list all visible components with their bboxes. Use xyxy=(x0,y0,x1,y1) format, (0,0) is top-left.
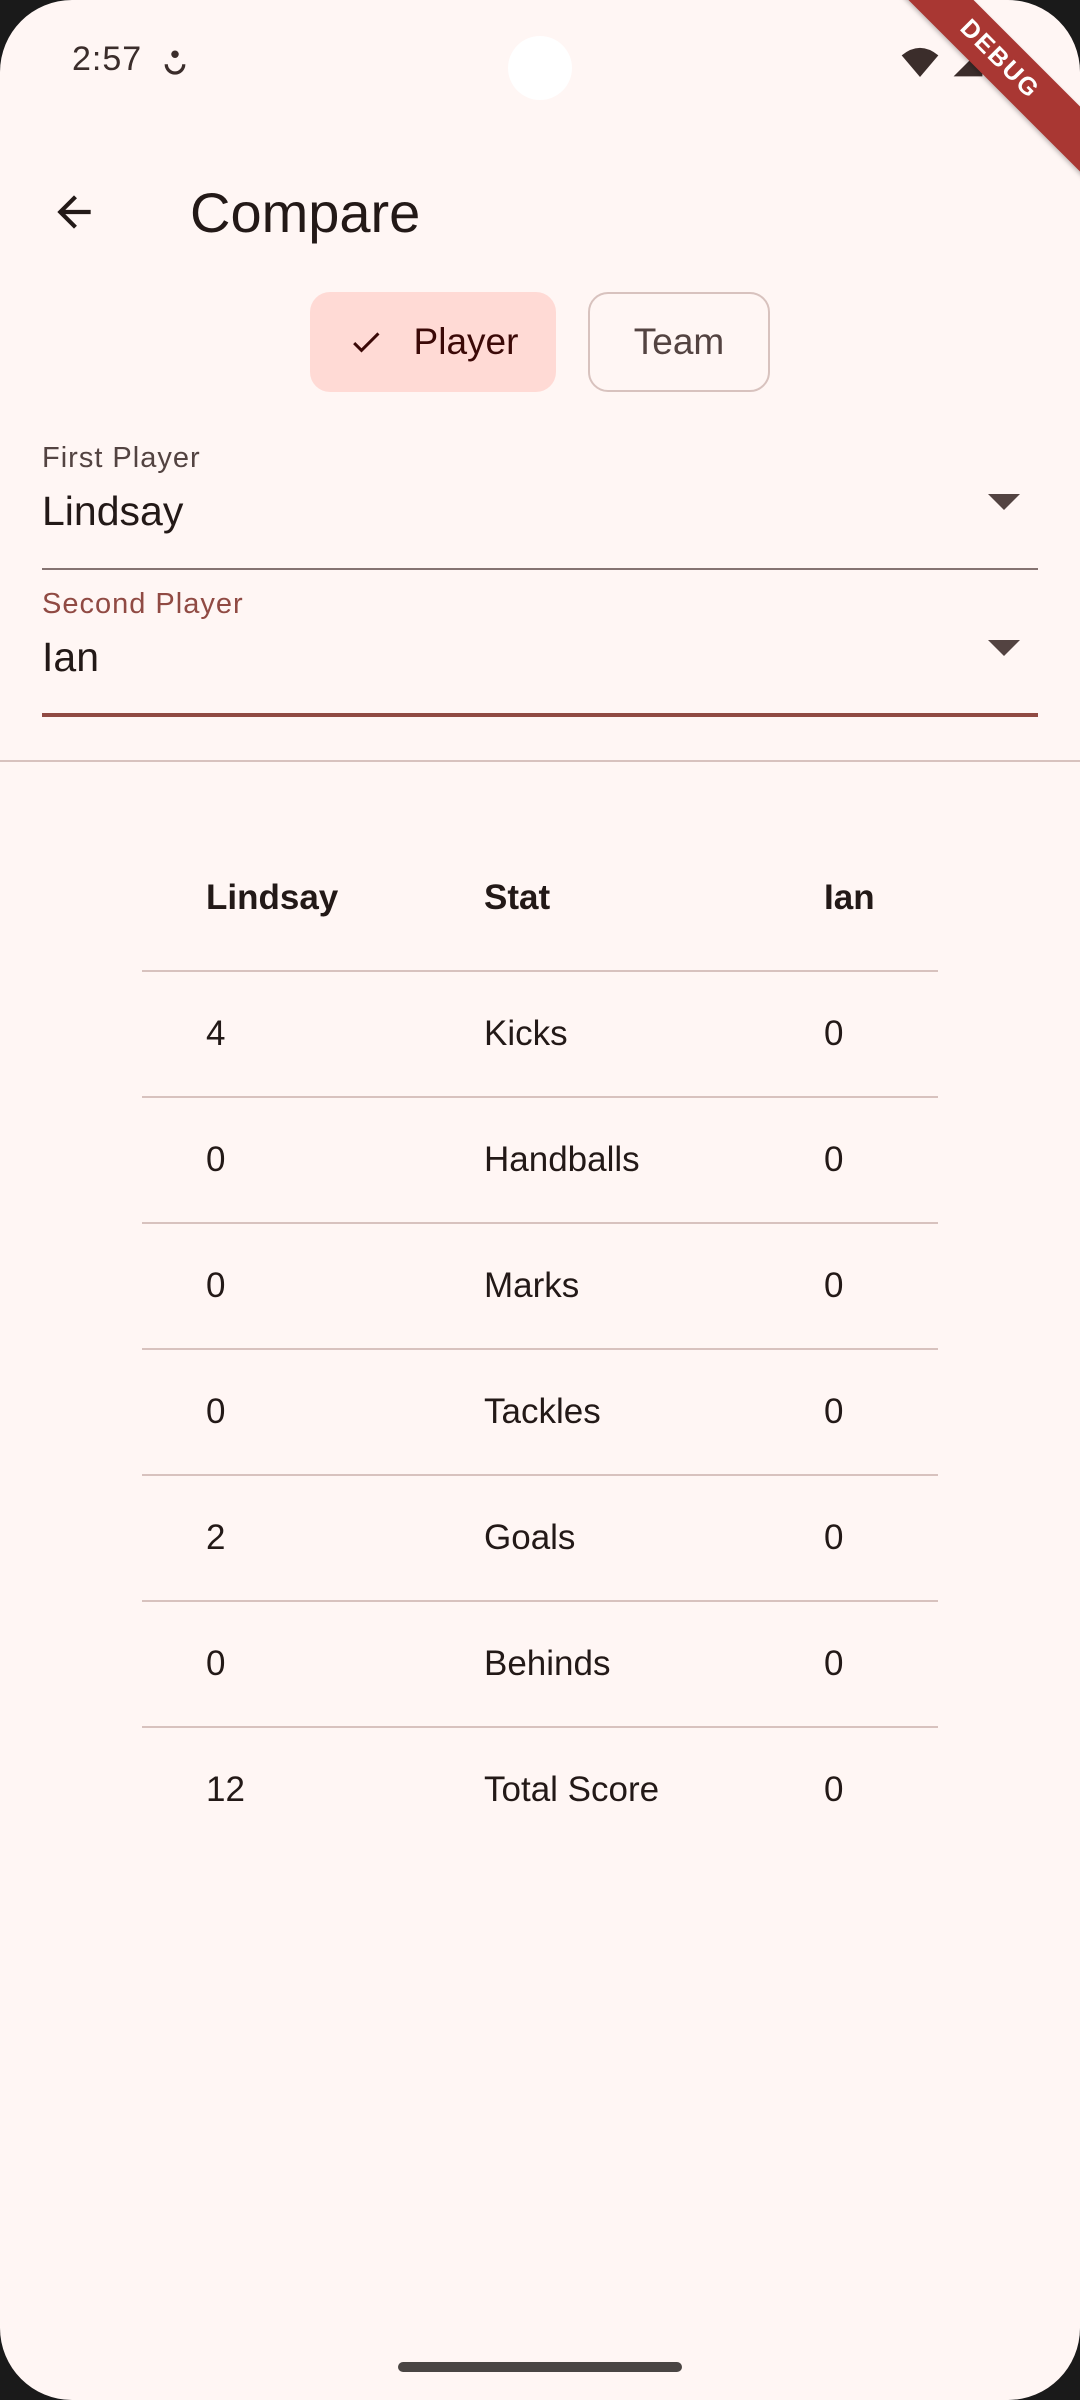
status-bar: 2:57 DEBUG xyxy=(0,0,1080,182)
compare-mode-selector: Player Team xyxy=(0,292,1080,392)
stat-name: Tackles xyxy=(484,1392,601,1431)
team-chip[interactable]: Team xyxy=(588,292,770,392)
camera-cutout xyxy=(508,36,572,100)
header-first-player: Lindsay xyxy=(206,878,339,917)
second-player-underline xyxy=(42,713,1038,717)
table-row: 0 Tackles 0 xyxy=(142,1350,938,1476)
team-chip-label: Team xyxy=(633,321,725,362)
first-player-underline xyxy=(42,568,1038,570)
header-second-player: Ian xyxy=(824,878,875,917)
status-time: 2:57 xyxy=(72,40,143,78)
stat-name: Goals xyxy=(484,1518,576,1557)
accessibility-icon xyxy=(164,50,186,75)
stats-comparison-table: Lindsay Stat Ian 4 Kicks 0 0 Handballs 0… xyxy=(142,818,938,1854)
stat-name: Marks xyxy=(484,1266,580,1305)
section-divider xyxy=(0,760,1080,762)
header-stat: Stat xyxy=(484,878,551,917)
stat-name: Behinds xyxy=(484,1644,611,1683)
dropdown-arrow-icon xyxy=(988,494,1020,510)
second-player-stat-value: 0 xyxy=(824,1392,844,1431)
stat-name: Kicks xyxy=(484,1014,568,1053)
compare-screen: 2:57 DEBUG Compare Player Team First Pla… xyxy=(0,0,1080,2400)
table-row: 4 Kicks 0 xyxy=(142,972,938,1098)
app-bar: Compare xyxy=(0,150,1080,260)
player-chip-label: Player xyxy=(413,321,519,362)
table-row: 0 Behinds 0 xyxy=(142,1602,938,1728)
wifi-icon xyxy=(901,47,939,77)
first-player-stat-value: 4 xyxy=(206,1014,226,1053)
second-player-dropdown[interactable]: Second Player Ian xyxy=(42,586,1038,726)
first-player-value: Lindsay xyxy=(42,488,184,534)
first-player-stat-value: 0 xyxy=(206,1392,226,1431)
arrow-back-icon xyxy=(57,195,91,229)
second-player-stat-value: 0 xyxy=(824,1266,844,1305)
first-player-stat-value: 12 xyxy=(206,1770,245,1809)
stat-name: Handballs xyxy=(484,1140,640,1179)
check-icon xyxy=(352,332,380,353)
second-player-stat-value: 0 xyxy=(824,1644,844,1683)
home-indicator[interactable] xyxy=(398,2362,682,2372)
first-player-dropdown[interactable]: First Player Lindsay xyxy=(42,440,1038,580)
first-player-stat-value: 0 xyxy=(206,1266,226,1305)
table-row: 2 Goals 0 xyxy=(142,1476,938,1602)
stat-name: Total Score xyxy=(484,1770,660,1809)
second-player-stat-value: 0 xyxy=(824,1518,844,1557)
table-header: Lindsay Stat Ian xyxy=(142,818,938,972)
second-player-stat-value: 0 xyxy=(824,1140,844,1179)
player-chip[interactable]: Player xyxy=(310,292,556,392)
table-row: 0 Handballs 0 xyxy=(142,1098,938,1224)
table-row: 12 Total Score 0 xyxy=(142,1728,938,1854)
first-player-stat-value: 2 xyxy=(206,1518,226,1557)
second-player-stat-value: 0 xyxy=(824,1014,844,1053)
back-button[interactable] xyxy=(26,164,122,260)
dropdown-arrow-icon xyxy=(988,640,1020,656)
first-player-stat-value: 0 xyxy=(206,1644,226,1683)
first-player-stat-value: 0 xyxy=(206,1140,226,1179)
table-row: 0 Marks 0 xyxy=(142,1224,938,1350)
second-player-stat-value: 0 xyxy=(824,1770,844,1809)
second-player-value: Ian xyxy=(42,634,99,680)
page-title: Compare xyxy=(190,181,421,244)
first-player-label: First Player xyxy=(42,442,201,474)
second-player-label: Second Player xyxy=(42,588,244,620)
